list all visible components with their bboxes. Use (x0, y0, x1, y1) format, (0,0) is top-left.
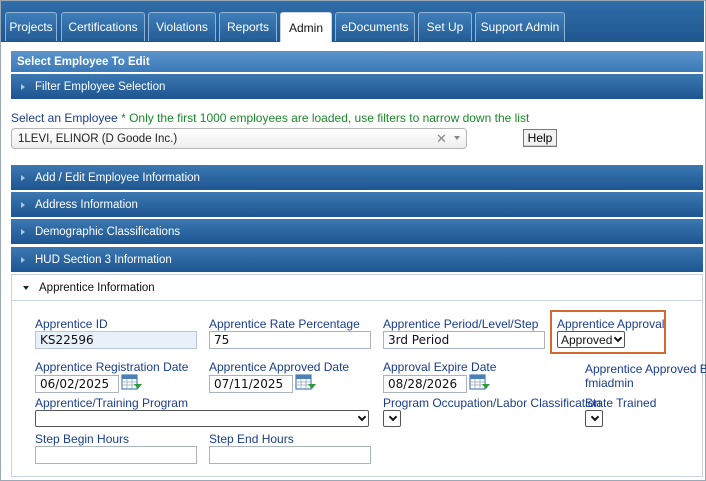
occupation-select[interactable] (383, 410, 401, 427)
approved-date-label: Apprentice Approved Date (209, 360, 350, 374)
employee-combobox[interactable]: 1LEVI, ELINOR (D Goode Inc.) ✕ (11, 128, 467, 149)
tab-setup[interactable]: Set Up (418, 12, 472, 41)
chevron-down-icon (357, 412, 367, 421)
training-program-label: Apprentice/Training Program (35, 396, 188, 410)
hud-section3-header[interactable]: HUD Section 3 Information (11, 247, 703, 272)
employee-selected-value: 1LEVI, ELINOR (D Goode Inc.) (18, 132, 178, 145)
select-employee-header: Select Employee To Edit (11, 51, 703, 72)
expire-date-field[interactable]: 08/28/2026 (383, 375, 467, 393)
apprentice-approval-select[interactable]: Approved (557, 331, 625, 348)
apprentice-info-header[interactable]: Apprentice Information (11, 274, 703, 301)
approved-by-label: Apprentice Approved By (585, 362, 706, 376)
tab-admin[interactable]: Admin (280, 12, 332, 42)
demographic-header[interactable]: Demographic Classifications (11, 219, 703, 244)
state-trained-label: State Trained (585, 396, 657, 410)
demographic-title: Demographic Classifications (35, 225, 181, 238)
approved-by-value: fmiadmin (585, 376, 634, 390)
select-employee-title: Select Employee To Edit (17, 55, 150, 68)
chevron-down-icon (590, 412, 600, 421)
registration-date-label: Apprentice Registration Date (35, 360, 189, 374)
expand-triangle-icon (21, 256, 25, 263)
apprentice-approval-value: Approved (561, 332, 613, 347)
tab-projects[interactable]: Projects (5, 12, 57, 41)
calendar-icon[interactable] (121, 374, 143, 392)
employee-load-note: * Only the first 1000 employees are load… (121, 111, 530, 125)
apprentice-period-field[interactable]: 3rd Period (383, 331, 545, 349)
calendar-icon[interactable] (295, 374, 317, 392)
filter-employee-header[interactable]: Filter Employee Selection (11, 74, 703, 99)
address-info-title: Address Information (35, 198, 138, 211)
step-begin-hours-label: Step Begin Hours (35, 432, 130, 446)
dropdown-arrow-icon[interactable] (454, 136, 460, 140)
tab-support-admin[interactable]: Support Admin (475, 12, 565, 41)
tab-reports[interactable]: Reports (219, 12, 277, 41)
chevron-down-icon (388, 412, 398, 421)
occupation-label: Program Occupation/Labor Classification (383, 396, 602, 410)
apprentice-info-title: Apprentice Information (39, 281, 155, 294)
select-employee-label: Select an Employee (11, 111, 118, 125)
clear-selection-icon[interactable]: ✕ (436, 131, 447, 147)
chevron-down-icon (613, 333, 623, 342)
apprentice-period-label: Apprentice Period/Level/Step (383, 317, 539, 331)
top-nav: Projects Certifications Violations Repor… (1, 1, 704, 42)
registration-date-field[interactable]: 06/02/2025 (35, 375, 119, 393)
approved-date-field[interactable]: 07/11/2025 (209, 375, 293, 393)
hud-section3-title: HUD Section 3 Information (35, 253, 172, 266)
expire-date-label: Approval Expire Date (383, 360, 497, 374)
tab-edocuments[interactable]: eDocuments (335, 12, 415, 41)
apprentice-id-label: Apprentice ID (35, 317, 108, 331)
step-begin-hours-field[interactable] (35, 446, 197, 464)
apprentice-approval-label: Apprentice Approval (557, 317, 665, 331)
collapse-triangle-icon (23, 285, 29, 290)
help-button[interactable]: Help (523, 129, 557, 147)
select-employee-label-row: Select an Employee * Only the first 1000… (11, 111, 529, 125)
tab-certifications[interactable]: Certifications (61, 12, 145, 41)
expand-triangle-icon (21, 201, 25, 208)
calendar-icon[interactable] (469, 374, 491, 392)
step-end-hours-label: Step End Hours (209, 432, 294, 446)
expand-triangle-icon (21, 174, 25, 181)
expand-triangle-icon (21, 228, 25, 235)
step-end-hours-field[interactable] (209, 446, 371, 464)
apprentice-id-field[interactable]: KS22596 (35, 331, 197, 349)
apprentice-rate-label: Apprentice Rate Percentage (209, 317, 360, 331)
tab-violations[interactable]: Violations (148, 12, 216, 41)
add-edit-employee-title: Add / Edit Employee Information (35, 171, 200, 184)
apprentice-rate-field[interactable]: 75 (209, 331, 371, 349)
state-trained-select[interactable] (585, 410, 603, 427)
filter-employee-title: Filter Employee Selection (35, 80, 166, 93)
expand-triangle-icon (21, 83, 25, 90)
training-program-select[interactable] (35, 410, 369, 427)
address-info-header[interactable]: Address Information (11, 192, 703, 217)
add-edit-employee-header[interactable]: Add / Edit Employee Information (11, 165, 703, 190)
